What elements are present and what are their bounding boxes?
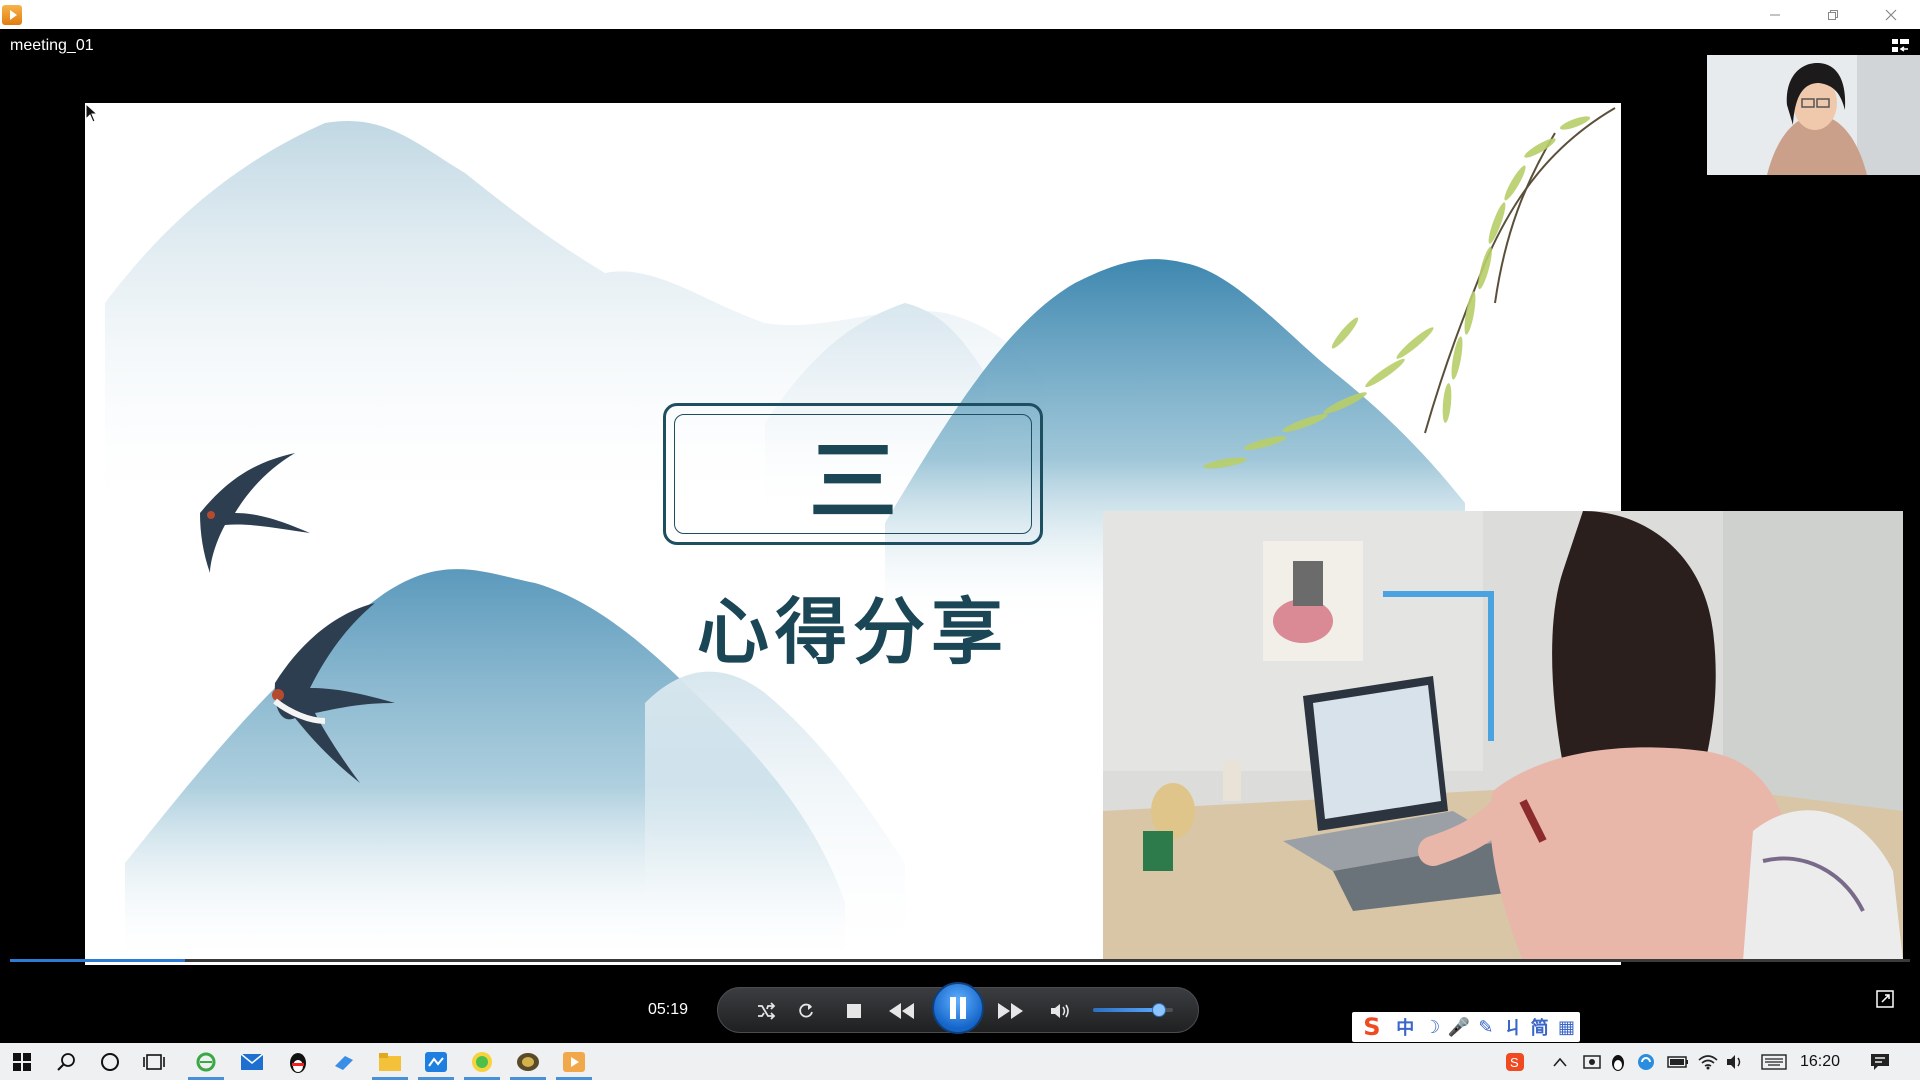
sogou-logo-icon[interactable]: S <box>1352 1013 1392 1041</box>
network-status-icon[interactable] <box>1578 1043 1606 1080</box>
repeat-icon[interactable] <box>788 988 824 1034</box>
shuffle-icon[interactable] <box>748 988 784 1034</box>
search-icon[interactable] <box>44 1043 88 1080</box>
window-controls <box>1746 0 1920 29</box>
ime-toolbar: S 中 ☽ 🎤 ✎ ㄐ 简 ▦ <box>1352 1012 1580 1042</box>
show-hidden-icons-chevron-icon[interactable] <box>1546 1043 1574 1080</box>
participant-webcam-view[interactable] <box>1103 511 1903 961</box>
sync-tray-icon[interactable] <box>1632 1043 1660 1080</box>
ie-browser-icon[interactable] <box>184 1043 228 1080</box>
title-bar <box>0 0 1920 29</box>
game-app-icon[interactable] <box>506 1043 550 1080</box>
fullscreen-icon[interactable] <box>1876 990 1894 1008</box>
video-file-title: meeting_01 <box>10 37 94 54</box>
wechat-app-icon[interactable] <box>460 1043 504 1080</box>
ime-chinese-mode[interactable]: 中 <box>1392 1014 1419 1040</box>
cortana-icon[interactable] <box>88 1043 132 1080</box>
speaker-icon[interactable] <box>1722 1043 1750 1080</box>
start-windows-icon[interactable] <box>0 1043 44 1080</box>
qq-penguin-icon[interactable] <box>276 1043 320 1080</box>
pause-icon <box>950 997 966 1019</box>
mouse-cursor-icon <box>85 103 99 123</box>
battery-icon[interactable] <box>1664 1043 1692 1080</box>
volume-icon[interactable] <box>1042 988 1078 1034</box>
ime-voice-icon[interactable]: 🎤 <box>1446 1017 1473 1038</box>
action-center-icon[interactable] <box>1862 1043 1898 1080</box>
qq-tray-icon[interactable] <box>1604 1043 1632 1080</box>
media-player-taskbar-icon[interactable] <box>552 1043 596 1080</box>
player-app-icon[interactable] <box>2 4 22 25</box>
ime-halfwidth-moon-icon[interactable]: ☽ <box>1419 1017 1446 1038</box>
volume-level-fill <box>1093 1008 1159 1012</box>
pause-button[interactable] <box>932 982 984 1034</box>
playback-progress-fill <box>10 959 185 962</box>
mail-icon[interactable] <box>230 1043 274 1080</box>
presenter-webcam-thumbnail[interactable] <box>1707 55 1920 175</box>
volume-slider[interactable] <box>1093 1003 1173 1017</box>
ime-menu-grid-icon[interactable]: ▦ <box>1553 1017 1580 1038</box>
wifi-icon[interactable] <box>1694 1043 1722 1080</box>
elapsed-time: 05:19 <box>648 1001 689 1018</box>
keyboard-icon[interactable] <box>1758 1043 1790 1080</box>
section-title: 心得分享 <box>696 590 1009 674</box>
taskbar: S 16:20 <box>0 1043 1920 1080</box>
taskbar-clock[interactable]: 16:20 <box>1800 1053 1840 1071</box>
file-explorer-icon[interactable] <box>368 1043 412 1080</box>
fast-forward-icon[interactable] <box>984 988 1036 1034</box>
svg-text:S: S <box>1510 1055 1519 1070</box>
restore-icon[interactable] <box>1804 0 1862 29</box>
layout-toggle-icon[interactable] <box>1891 36 1911 56</box>
ime-handwrite-icon[interactable]: ✎ <box>1472 1017 1499 1038</box>
ime-tools-icon[interactable]: ㄐ <box>1499 1014 1526 1040</box>
playback-progress-bar[interactable] <box>10 959 1910 962</box>
rewind-icon[interactable] <box>876 988 928 1034</box>
meeting-app-icon[interactable] <box>414 1043 458 1080</box>
stop-icon[interactable] <box>836 988 872 1034</box>
close-icon[interactable] <box>1862 0 1920 29</box>
section-number: 三 <box>808 428 897 533</box>
app-shortcut-icon[interactable] <box>322 1043 366 1080</box>
volume-slider-knob[interactable] <box>1151 1003 1166 1017</box>
sogou-tray-icon[interactable]: S <box>1500 1043 1530 1080</box>
task-view-icon[interactable] <box>132 1043 176 1080</box>
ime-simplified-mode[interactable]: 简 <box>1526 1014 1553 1040</box>
minimize-icon[interactable] <box>1746 0 1804 29</box>
